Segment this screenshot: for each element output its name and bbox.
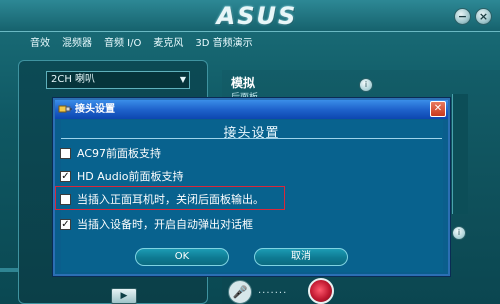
app-header: ASUS − ×	[0, 0, 500, 32]
checkbox[interactable]: ✓	[60, 170, 71, 182]
tab-sound-effects[interactable]: 音效	[30, 34, 50, 49]
checkbox[interactable]	[60, 147, 71, 159]
ok-button[interactable]: OK	[135, 248, 229, 266]
play-button[interactable]: ▶	[111, 288, 137, 304]
info-icon[interactable]: i	[452, 226, 466, 240]
info-icon[interactable]: i	[359, 78, 373, 92]
side-slider-track	[452, 94, 468, 214]
option-mute-rear-on-headphone[interactable]: 当插入正面耳机时，关闭后面板输出。	[60, 191, 264, 207]
option-label: HD Audio前面板支持	[77, 170, 184, 183]
tab-mixer[interactable]: 混频器	[62, 34, 92, 49]
checkbox[interactable]	[60, 193, 71, 205]
microphone-icon[interactable]: 🎤	[228, 280, 252, 304]
channel-select-value: 2CH 喇叭	[51, 74, 96, 85]
option-label: AC97前面板支持	[77, 147, 162, 160]
option-label: 当插入设备时，开启自动弹出对话框	[77, 218, 253, 231]
record-icon[interactable]	[308, 278, 334, 304]
tab-audio-io[interactable]: 音频 I/O	[104, 34, 141, 49]
option-ac97-front-panel[interactable]: AC97前面板支持	[60, 145, 161, 161]
checkbox[interactable]: ✓	[60, 218, 71, 230]
option-auto-popup-dialog[interactable]: ✓ 当插入设备时，开启自动弹出对话框	[60, 216, 253, 232]
option-label: 当插入正面耳机时，关闭后面板输出。	[77, 193, 264, 206]
cancel-button[interactable]: 取消	[254, 248, 348, 266]
level-dots: ·······	[258, 288, 288, 299]
panel-title: 模拟	[231, 76, 256, 90]
dialog-titlebar: 接头设置 ✕	[55, 100, 448, 119]
connector-icon	[58, 105, 72, 113]
app-tab-bar: 音效 混频器 音频 I/O 麦克风 3D 音频演示	[0, 32, 500, 50]
tab-3d-demo[interactable]: 3D 音频演示	[195, 34, 252, 49]
close-window-button[interactable]: ×	[475, 8, 492, 25]
divider	[61, 138, 442, 139]
chevron-down-icon: ▼	[179, 75, 186, 84]
asus-logo: ASUS	[216, 2, 298, 30]
option-hd-audio-front-panel[interactable]: ✓ HD Audio前面板支持	[60, 168, 184, 184]
minimize-button[interactable]: −	[454, 8, 471, 25]
connector-settings-dialog: 接头设置 ✕ 接头设置 AC97前面板支持 ✓ HD Audio前面板支持 当插…	[53, 98, 450, 276]
channel-select[interactable]: 2CH 喇叭 ▼	[46, 71, 190, 89]
dialog-close-button[interactable]: ✕	[430, 101, 446, 117]
tab-microphone[interactable]: 麦克风	[153, 34, 183, 49]
dialog-title: 接头设置	[75, 104, 115, 115]
